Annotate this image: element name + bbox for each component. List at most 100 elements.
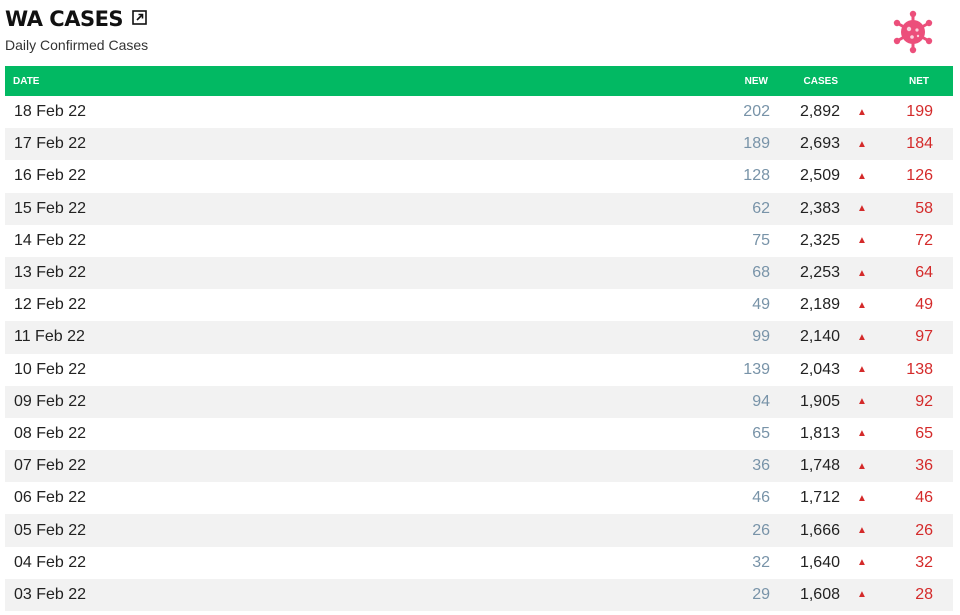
row-date: 13 Feb 22 (14, 264, 87, 282)
external-link-icon[interactable] (132, 9, 147, 25)
row-date: 06 Feb 22 (14, 489, 87, 507)
row-new-count: 62 (752, 199, 770, 217)
up-arrow-icon: ▲ (857, 557, 867, 569)
up-arrow-icon: ▲ (857, 267, 867, 279)
row-date: 10 Feb 22 (14, 360, 87, 378)
up-arrow-icon: ▲ (857, 492, 867, 504)
column-header-cases[interactable]: CASES (781, 66, 844, 96)
row-new-count: 94 (752, 392, 770, 410)
row-date: 08 Feb 22 (14, 424, 87, 442)
up-arrow-icon: ▲ (857, 525, 867, 537)
row-total-cases: 2,693 (799, 135, 840, 153)
row-date: 11 Feb 22 (14, 328, 85, 346)
table-row: 17 Feb 22 189 2,693 ▲ 184 (5, 128, 953, 161)
row-net-change: 92 (915, 392, 933, 410)
up-arrow-icon: ▲ (857, 235, 867, 247)
row-net-change: 36 (915, 457, 933, 475)
up-arrow-icon: ▲ (857, 460, 867, 472)
row-total-cases: 1,666 (799, 521, 840, 539)
row-total-cases: 2,325 (799, 231, 840, 249)
up-arrow-icon: ▲ (857, 170, 867, 182)
up-arrow-icon: ▲ (857, 589, 867, 601)
row-total-cases: 2,892 (799, 103, 840, 121)
up-arrow-icon: ▲ (857, 428, 867, 440)
column-header-spacer (844, 66, 880, 96)
row-total-cases: 1,712 (799, 489, 840, 507)
row-total-cases: 1,748 (799, 457, 840, 475)
table-row: 04 Feb 22 32 1,640 ▲ 32 (5, 546, 953, 579)
row-net-change: 28 (915, 585, 933, 603)
up-arrow-icon: ▲ (857, 331, 867, 343)
table-row: 10 Feb 22 139 2,043 ▲ 138 (5, 353, 953, 386)
row-date: 14 Feb 22 (14, 231, 87, 249)
page: WA CASES Daily Confirmed Cases DATE NEW … (0, 0, 960, 615)
up-arrow-icon: ▲ (857, 106, 867, 118)
row-date: 16 Feb 22 (14, 167, 87, 185)
table-row: 16 Feb 22 128 2,509 ▲ 126 (5, 160, 953, 193)
table-row: 05 Feb 22 26 1,666 ▲ 26 (5, 514, 953, 547)
row-total-cases: 1,813 (799, 424, 840, 442)
row-total-cases: 2,140 (799, 328, 840, 346)
table-row: 15 Feb 22 62 2,383 ▲ 58 (5, 192, 953, 225)
row-net-change: 65 (915, 424, 933, 442)
table-row: 08 Feb 22 65 1,813 ▲ 65 (5, 417, 953, 451)
table-row: 07 Feb 22 36 1,748 ▲ 36 (5, 450, 953, 483)
row-new-count: 32 (752, 553, 770, 571)
row-net-change: 49 (915, 296, 933, 314)
row-new-count: 128 (743, 167, 770, 185)
row-new-count: 26 (752, 521, 770, 539)
row-net-change: 26 (915, 521, 933, 539)
row-date: 07 Feb 22 (14, 457, 87, 475)
up-arrow-icon: ▲ (857, 299, 867, 311)
row-net-change: 199 (906, 103, 933, 121)
table-row: 18 Feb 22 202 2,892 ▲ 199 (5, 96, 953, 129)
row-date: 17 Feb 22 (14, 135, 87, 153)
row-net-change: 184 (906, 135, 933, 153)
row-net-change: 46 (915, 489, 933, 507)
row-total-cases: 1,640 (799, 553, 840, 571)
row-total-cases: 2,383 (799, 199, 840, 217)
row-new-count: 46 (752, 489, 770, 507)
page-title: WA CASES (5, 7, 124, 31)
column-header-new[interactable]: NEW (695, 66, 781, 96)
table-row: 06 Feb 22 46 1,712 ▲ 46 (5, 482, 953, 515)
table-row: 14 Feb 22 75 2,325 ▲ 72 (5, 224, 953, 257)
row-net-change: 32 (915, 553, 933, 571)
row-date: 03 Feb 22 (14, 585, 87, 603)
row-new-count: 29 (752, 585, 770, 603)
row-new-count: 202 (743, 103, 770, 121)
row-total-cases: 2,509 (799, 167, 840, 185)
up-arrow-icon: ▲ (857, 138, 867, 150)
table-row: 13 Feb 22 68 2,253 ▲ 64 (5, 256, 953, 290)
row-new-count: 189 (743, 135, 770, 153)
up-arrow-icon: ▲ (857, 203, 867, 215)
row-date: 15 Feb 22 (14, 199, 87, 217)
row-new-count: 75 (752, 231, 770, 249)
row-new-count: 36 (752, 457, 770, 475)
table-row: 11 Feb 22 99 2,140 ▲ 97 (5, 321, 953, 354)
up-arrow-icon: ▲ (857, 364, 867, 376)
row-new-count: 99 (752, 328, 770, 346)
row-net-change: 72 (915, 231, 933, 249)
row-new-count: 139 (743, 360, 770, 378)
up-arrow-icon: ▲ (857, 396, 867, 408)
cases-table-container: DATE NEW CASES NET 18 Feb 22 202 2,892 ▲ 199… (5, 66, 953, 611)
column-header-net[interactable]: NET (880, 66, 953, 96)
row-new-count: 68 (752, 264, 770, 282)
row-date: 12 Feb 22 (14, 296, 87, 314)
row-new-count: 49 (752, 296, 770, 314)
row-net-change: 97 (915, 328, 933, 346)
row-net-change: 126 (906, 167, 933, 185)
row-net-change: 138 (906, 360, 933, 378)
column-header-date[interactable]: DATE (5, 66, 695, 96)
table-row: 09 Feb 22 94 1,905 ▲ 92 (5, 385, 953, 418)
row-date: 04 Feb 22 (14, 553, 87, 571)
table-row: 12 Feb 22 49 2,189 ▲ 49 (5, 289, 953, 322)
title-row: WA CASES (5, 5, 955, 33)
header: WA CASES Daily Confirmed Cases (5, 5, 955, 65)
virus-icon (891, 10, 935, 54)
table-body: 18 Feb 22 202 2,892 ▲ 199 17 Feb 22 189 2,693 ▲ 1… (5, 96, 953, 611)
row-total-cases: 2,043 (799, 360, 840, 378)
row-total-cases: 2,253 (799, 264, 840, 282)
page-subtitle: Daily Confirmed Cases (5, 37, 149, 53)
